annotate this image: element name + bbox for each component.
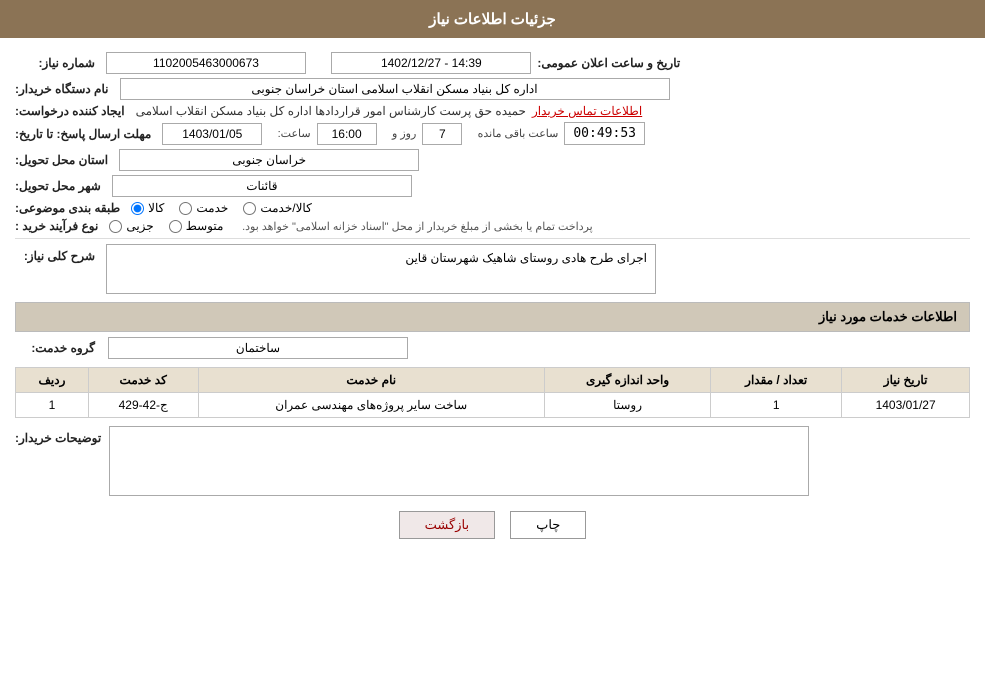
- table-cell-name: ساخت سایر پروژه‌های مهندسی عمران: [198, 393, 544, 418]
- city-value: قائنات: [112, 175, 412, 197]
- announce-datetime-value: 1402/12/27 - 14:39: [331, 52, 531, 74]
- table-cell-quantity: 1: [711, 393, 842, 418]
- contact-link[interactable]: اطلاعات تماس خریدار: [532, 104, 642, 118]
- category-row: کالا/خدمت خدمت کالا طبقه بندی موضوعی:: [15, 201, 970, 215]
- description-value: اجرای طرح هادی روستای شاهیک شهرستان قاین: [106, 244, 656, 294]
- deadline-days: 7: [422, 123, 462, 145]
- deadline-time: 16:00: [317, 123, 377, 145]
- buyer-org-label: نام دستگاه خریدار:: [15, 82, 109, 96]
- process-radio2-input[interactable]: [169, 220, 182, 233]
- service-group-label: گروه خدمت:: [15, 341, 95, 355]
- process-radio2-label: متوسط: [186, 219, 224, 233]
- category-radio1-input[interactable]: [131, 202, 144, 215]
- category-label: طبقه بندی موضوعی:: [15, 201, 120, 215]
- category-radio1-label: کالا: [148, 201, 164, 215]
- province-row: خراسان جنوبی استان محل تحویل:: [15, 149, 970, 171]
- service-group-row: ساختمان گروه خدمت:: [15, 337, 970, 359]
- table-cell-date: 1403/01/27: [842, 393, 970, 418]
- process-label: نوع فرآیند خرید :: [15, 219, 98, 233]
- table-cell-unit: روستا: [544, 393, 710, 418]
- creator-label: ایجاد کننده درخواست:: [15, 104, 125, 118]
- page-title: جزئیات اطلاعات نیاز: [429, 11, 556, 28]
- buttons-row: چاپ بازگشت: [15, 511, 970, 539]
- table-row: 1403/01/271روستاساخت سایر پروژه‌های مهند…: [16, 393, 970, 418]
- deadline-time-label: ساعت:: [278, 127, 311, 140]
- buyer-org-value: اداره کل بنیاد مسکن انقلاب اسلامی استان …: [120, 78, 670, 100]
- table-cell-row: 1: [16, 393, 89, 418]
- services-section-header: اطلاعات خدمات مورد نیاز: [15, 302, 970, 332]
- need-number-label: شماره نیاز:: [15, 56, 95, 70]
- col-unit: واحد اندازه گیری: [544, 368, 710, 393]
- need-number-row: تاریخ و ساعت اعلان عمومی: 1402/12/27 - 1…: [15, 52, 970, 74]
- col-quantity: تعداد / مقدار: [711, 368, 842, 393]
- col-service-name: نام خدمت: [198, 368, 544, 393]
- category-radio2-input[interactable]: [179, 202, 192, 215]
- col-date: تاریخ نیاز: [842, 368, 970, 393]
- services-table: تاریخ نیاز تعداد / مقدار واحد اندازه گیر…: [15, 367, 970, 418]
- announce-datetime-label: تاریخ و ساعت اعلان عمومی:: [537, 56, 680, 70]
- description-row: اجرای طرح هادی روستای شاهیک شهرستان قاین…: [15, 244, 970, 294]
- process-row: پرداخت تمام یا بخشی از مبلغ خریدار از مح…: [15, 219, 970, 233]
- buyer-desc-label: توضیحات خریدار:: [15, 431, 101, 445]
- creator-value: حمیده حق پرست کارشناس امور قراردادها ادا…: [136, 104, 526, 118]
- process-radio1-label: جزیی: [126, 219, 153, 233]
- remaining-time: 00:49:53: [564, 122, 645, 145]
- category-radio2-label: خدمت: [196, 201, 228, 215]
- description-label: شرح کلی نیاز:: [15, 249, 95, 263]
- deadline-label: مهلت ارسال پاسخ: تا تاریخ:: [15, 127, 151, 141]
- need-number-value: 1102005463000673: [106, 52, 306, 74]
- remaining-label: ساعت باقی مانده: [478, 127, 559, 140]
- province-value: خراسان جنوبی: [119, 149, 419, 171]
- city-row: قائنات شهر محل تحویل:: [15, 175, 970, 197]
- process-radio-partial[interactable]: جزیی: [109, 219, 153, 233]
- process-radio1-input[interactable]: [109, 220, 122, 233]
- services-section-label: اطلاعات خدمات مورد نیاز: [819, 309, 957, 324]
- category-radio-kala[interactable]: کالا: [131, 201, 164, 215]
- city-label: شهر محل تحویل:: [15, 179, 101, 193]
- buyer-desc-row: توضیحات خریدار:: [15, 426, 970, 496]
- category-radio3-label: کالا/خدمت: [260, 201, 311, 215]
- process-radio-group: متوسط جزیی: [109, 219, 223, 233]
- process-radio-medium[interactable]: متوسط: [169, 219, 224, 233]
- back-button[interactable]: بازگشت: [399, 511, 495, 539]
- table-cell-code: ج-42-429: [88, 393, 198, 418]
- province-label: استان محل تحویل:: [15, 153, 108, 167]
- category-radio3-input[interactable]: [243, 202, 256, 215]
- deadline-row: 00:49:53 ساعت باقی مانده 7 روز و 16:00 س…: [15, 122, 970, 145]
- buyer-org-row: اداره کل بنیاد مسکن انقلاب اسلامی استان …: [15, 78, 970, 100]
- category-radio-kala-khadamat[interactable]: کالا/خدمت: [243, 201, 311, 215]
- service-group-value: ساختمان: [108, 337, 408, 359]
- creator-row: اطلاعات تماس خریدار حمیده حق پرست کارشنا…: [15, 104, 970, 118]
- print-button[interactable]: چاپ: [510, 511, 586, 539]
- deadline-date: 1403/01/05: [162, 123, 262, 145]
- deadline-day-label: روز و: [392, 127, 416, 140]
- process-note: پرداخت تمام یا بخشی از مبلغ خریدار از مح…: [242, 220, 593, 233]
- col-service-code: کد خدمت: [88, 368, 198, 393]
- category-radio-khadamat[interactable]: خدمت: [179, 201, 228, 215]
- page-header: جزئیات اطلاعات نیاز: [0, 0, 985, 38]
- col-row-num: ردیف: [16, 368, 89, 393]
- category-radio-group: کالا/خدمت خدمت کالا: [131, 201, 312, 215]
- buyer-desc-textarea[interactable]: [109, 426, 809, 496]
